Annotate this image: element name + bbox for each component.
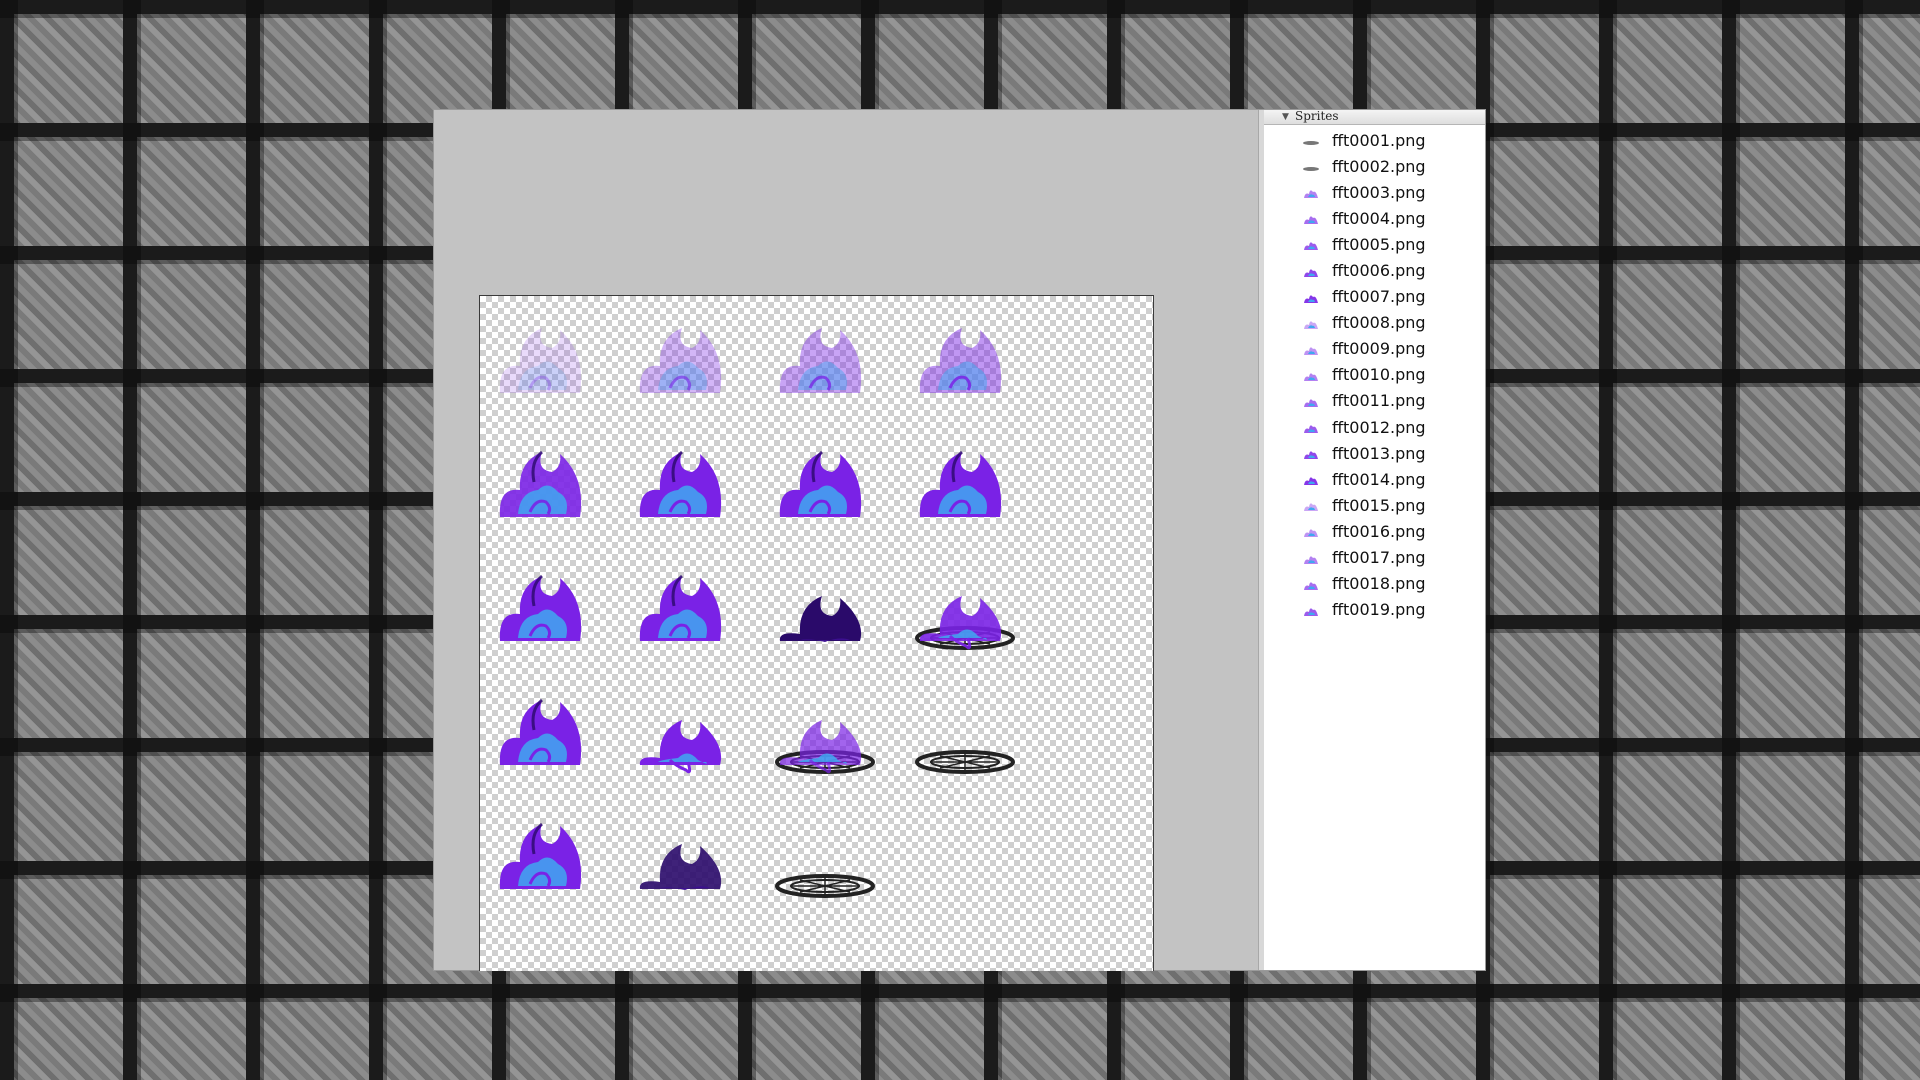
collapse-triangle-icon[interactable]: ▼: [1282, 111, 1289, 123]
sprite-file-label: fft0009.png: [1332, 339, 1426, 359]
sprite-file-label: fft0008.png: [1332, 313, 1426, 333]
sprite-frame[interactable]: [770, 804, 880, 904]
sprite-frame[interactable]: [490, 556, 600, 656]
sprite-frame[interactable]: [770, 308, 880, 408]
sprite-list-item[interactable]: fft0003.png: [1264, 179, 1485, 205]
sprites-panel: ▼ Sprites fft0001.png fft0002.png fft0003.…: [1264, 110, 1485, 970]
sprites-panel-header[interactable]: ▼ Sprites: [1264, 110, 1485, 125]
sprite-frame[interactable]: [630, 680, 740, 780]
sprite-file-label: fft0003.png: [1332, 182, 1426, 202]
sprite-file-label: fft0011.png: [1332, 391, 1426, 411]
sprite-file-label: fft0019.png: [1332, 600, 1426, 620]
disc-thumb: [1300, 159, 1322, 173]
sprite-list-item[interactable]: fft0014.png: [1264, 466, 1485, 492]
sprite-file-label: fft0010.png: [1332, 365, 1426, 385]
flame-thumb: [1300, 551, 1322, 565]
sprite-frame[interactable]: [910, 432, 1020, 532]
sprite-frame[interactable]: [630, 556, 740, 656]
sprite-list-item[interactable]: fft0009.png: [1264, 336, 1485, 362]
sprite-frame[interactable]: [630, 308, 740, 408]
sprite-frame[interactable]: [910, 308, 1020, 408]
sprite-file-label: fft0001.png: [1332, 130, 1426, 150]
flame-thumb: [1300, 446, 1322, 460]
sprites-panel-title: Sprites: [1295, 109, 1339, 123]
sprite-list-item[interactable]: fft0015.png: [1264, 492, 1485, 518]
sprite-frame[interactable]: [490, 308, 600, 408]
flame-thumb: [1300, 603, 1322, 617]
sprite-list-item[interactable]: fft0004.png: [1264, 205, 1485, 231]
sprite-list-item[interactable]: fft0001.png: [1264, 127, 1485, 153]
flame-thumb: [1300, 290, 1322, 304]
sprite-frame[interactable]: [770, 680, 880, 780]
flame-thumb: [1300, 577, 1322, 591]
sprite-list-item[interactable]: fft0005.png: [1264, 231, 1485, 257]
sprite-frame[interactable]: [490, 680, 600, 780]
sprite-file-label: fft0007.png: [1332, 287, 1426, 307]
sprite-file-list: fft0001.png fft0002.png fft0003.png fft0004…: [1264, 127, 1485, 623]
sprite-list-item[interactable]: fft0010.png: [1264, 362, 1485, 388]
flame-thumb: [1300, 498, 1322, 512]
flame-thumb: [1300, 237, 1322, 251]
sprite-list-item[interactable]: fft0006.png: [1264, 257, 1485, 283]
flame-thumb: [1300, 316, 1322, 330]
flame-thumb: [1300, 211, 1322, 225]
sprite-file-label: fft0002.png: [1332, 156, 1426, 176]
sprite-frame[interactable]: [910, 680, 1020, 780]
sprite-file-label: fft0013.png: [1332, 443, 1426, 463]
sprite-file-label: fft0016.png: [1332, 521, 1426, 541]
sprite-file-label: fft0018.png: [1332, 574, 1426, 594]
sprite-list-item[interactable]: fft0013.png: [1264, 440, 1485, 466]
sprite-file-label: fft0006.png: [1332, 261, 1426, 281]
sprite-file-label: fft0004.png: [1332, 208, 1426, 228]
sprite-file-label: fft0012.png: [1332, 417, 1426, 437]
sprite-frame[interactable]: [910, 556, 1020, 656]
flame-thumb: [1300, 524, 1322, 538]
sprite-file-label: fft0005.png: [1332, 234, 1426, 254]
sprite-sheet-window: ▼ Sprites fft0001.png fft0002.png fft0003.…: [434, 110, 1485, 971]
sprite-list-item[interactable]: fft0019.png: [1264, 597, 1485, 623]
disc-thumb: [1300, 133, 1322, 147]
flame-thumb: [1300, 420, 1322, 434]
sprite-list-item[interactable]: fft0008.png: [1264, 310, 1485, 336]
sprite-list-item[interactable]: fft0016.png: [1264, 518, 1485, 544]
sprite-file-label: fft0017.png: [1332, 548, 1426, 568]
sprite-list-item[interactable]: fft0012.png: [1264, 414, 1485, 440]
sprite-list-item[interactable]: fft0017.png: [1264, 545, 1485, 571]
sprite-frame[interactable]: [770, 556, 880, 656]
sprite-list-item[interactable]: fft0007.png: [1264, 284, 1485, 310]
sprite-frame[interactable]: [630, 432, 740, 532]
sprite-list-item[interactable]: fft0011.png: [1264, 388, 1485, 414]
flame-thumb: [1300, 368, 1322, 382]
sprite-file-label: fft0014.png: [1332, 469, 1426, 489]
sprite-file-label: fft0015.png: [1332, 495, 1426, 515]
sprite-frame[interactable]: [490, 804, 600, 904]
sprite-frame[interactable]: [490, 432, 600, 532]
flame-thumb: [1300, 472, 1322, 486]
sprite-frame[interactable]: [770, 432, 880, 532]
sprite-sheet-canvas[interactable]: [479, 295, 1154, 971]
sprite-frame[interactable]: [630, 804, 740, 904]
flame-thumb: [1300, 264, 1322, 278]
flame-thumb: [1300, 394, 1322, 408]
flame-thumb: [1300, 342, 1322, 356]
sprite-list-item[interactable]: fft0002.png: [1264, 153, 1485, 179]
flame-thumb: [1300, 185, 1322, 199]
sprite-list-item[interactable]: fft0018.png: [1264, 571, 1485, 597]
